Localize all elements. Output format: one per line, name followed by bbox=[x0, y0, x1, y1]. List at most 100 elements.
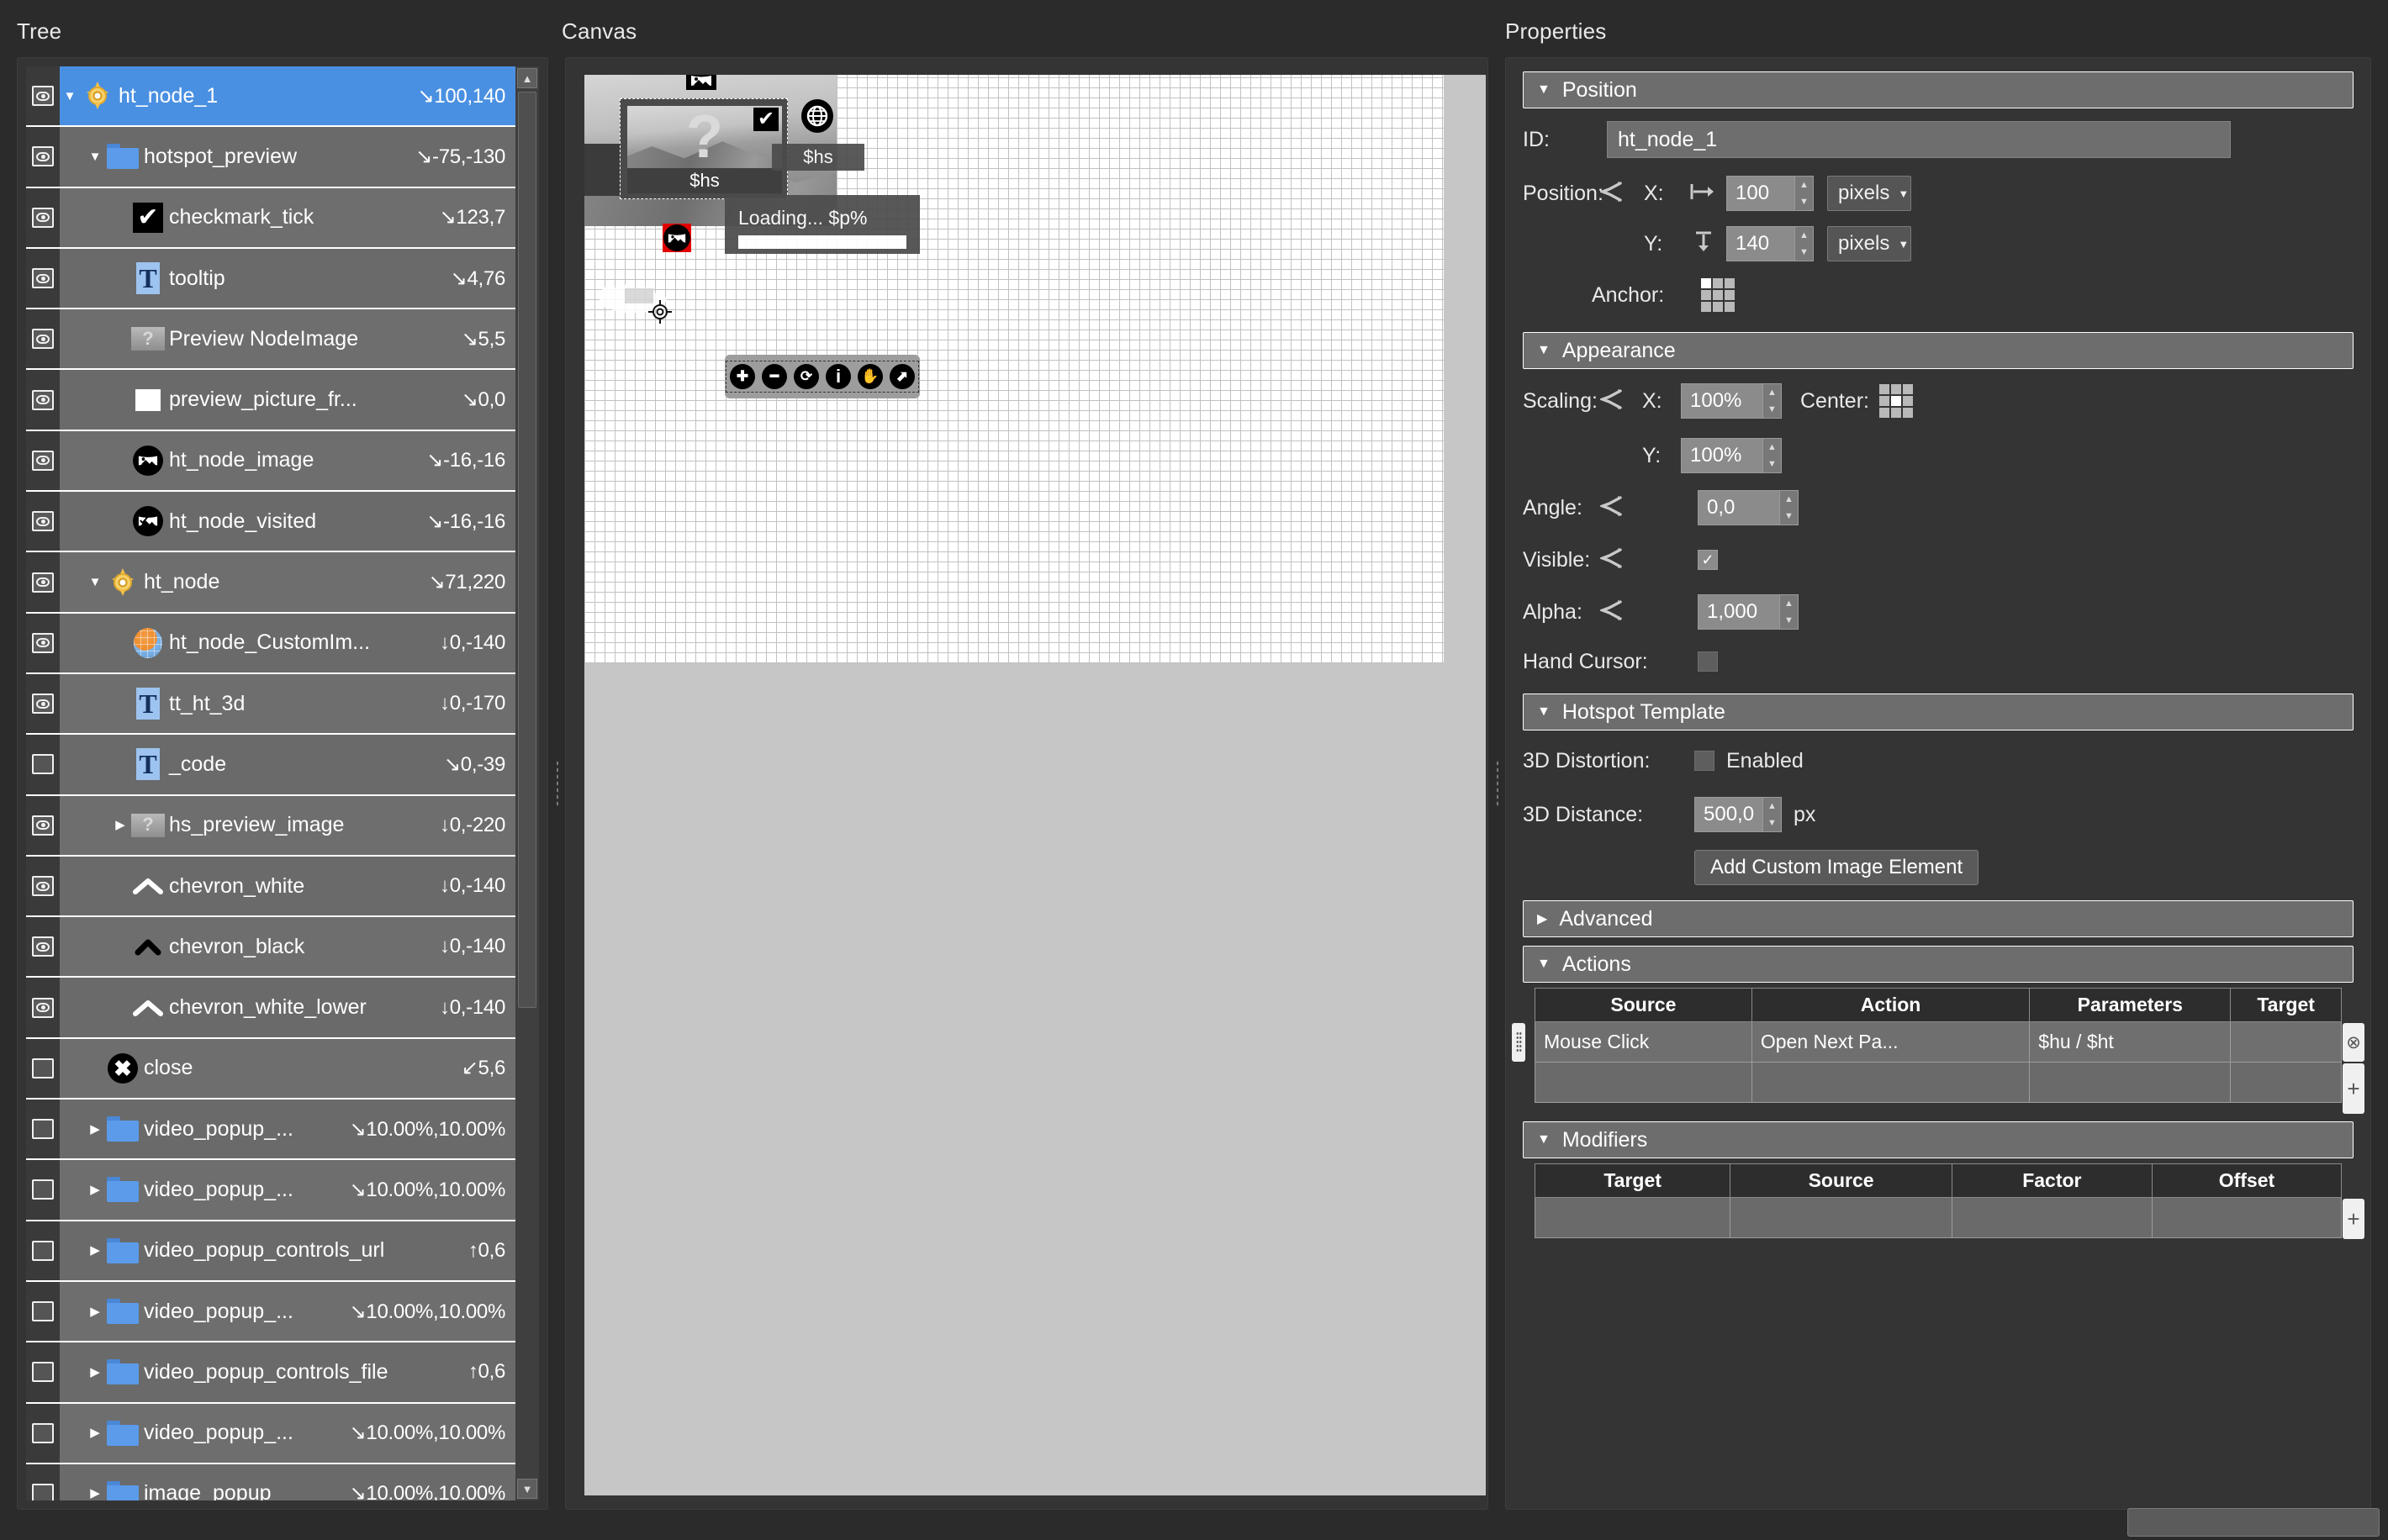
tree-twisty[interactable]: ▶ bbox=[85, 1123, 105, 1136]
angle-input[interactable]: 0,0 ▲ ▼ bbox=[1698, 490, 1799, 525]
visibility-toggle[interactable] bbox=[32, 632, 54, 653]
visibility-toggle[interactable] bbox=[32, 694, 54, 715]
visibility-toggle[interactable] bbox=[32, 450, 54, 471]
tree-scroll-down-button[interactable]: ▼ bbox=[517, 1479, 537, 1499]
tree-row-visibility-cell[interactable] bbox=[26, 673, 60, 734]
anchor-cell-1[interactable] bbox=[1713, 278, 1723, 288]
visibility-toggle[interactable] bbox=[32, 1179, 54, 1200]
info-button[interactable]: i bbox=[826, 364, 851, 389]
tree-row-visibility-cell[interactable] bbox=[26, 917, 60, 977]
tree-row[interactable]: · ht_node_visited ↘-16,-16 bbox=[26, 492, 515, 553]
anchor-cell-0[interactable] bbox=[1701, 278, 1711, 288]
anchor-cell-4[interactable] bbox=[1713, 290, 1723, 300]
section-header-actions[interactable]: ▼ Actions bbox=[1523, 946, 2354, 983]
tree-scroll-thumb[interactable] bbox=[518, 92, 536, 1008]
distance-stepper[interactable]: ▲ ▼ bbox=[1762, 798, 1781, 831]
tree-row[interactable]: · ht_node_image ↘-16,-16 bbox=[26, 430, 515, 493]
anchor-cell-5[interactable] bbox=[1725, 290, 1735, 300]
tree-row-visibility-cell[interactable] bbox=[26, 613, 60, 672]
table-cell-empty[interactable] bbox=[1730, 1197, 1952, 1238]
canvas-properties-splitter[interactable] bbox=[1490, 57, 1505, 1510]
scale-y-stepper[interactable]: ▲ ▼ bbox=[1762, 439, 1781, 472]
tree-row[interactable]: · Ttt_ht_3d ↓0,-170 bbox=[26, 673, 515, 736]
tree-twisty[interactable]: ▶ bbox=[85, 1184, 105, 1196]
tree-row-visibility-cell[interactable] bbox=[26, 1100, 60, 1159]
action-row-drag-handle[interactable] bbox=[1512, 1023, 1525, 1062]
canvas-controls-toolbar[interactable]: ✚ ━ ⟳ i ✋ ⬈ bbox=[725, 355, 920, 398]
tree-twisty[interactable]: · bbox=[110, 941, 130, 953]
tree-row[interactable]: ▶ video_popup_... ↘10.00%,10.00% bbox=[26, 1403, 515, 1464]
table-cell-empty[interactable] bbox=[1534, 1197, 1731, 1238]
table-cell[interactable]: Open Next Pa... bbox=[1751, 1021, 2031, 1063]
tree-row[interactable]: · T _code ↘0,-39 bbox=[26, 735, 515, 796]
section-header-advanced[interactable]: ▶ Advanced bbox=[1523, 900, 2354, 937]
table-row-empty[interactable] bbox=[1534, 1197, 2343, 1238]
anchor-cell-7[interactable] bbox=[1713, 302, 1723, 312]
distance-input[interactable]: 500,0 ▲ ▼ bbox=[1694, 797, 1782, 832]
table-cell-empty[interactable] bbox=[1951, 1197, 2153, 1238]
tree-row-visibility-cell[interactable] bbox=[26, 66, 60, 126]
visibility-toggle[interactable] bbox=[32, 815, 54, 836]
tree-row-visibility-cell[interactable] bbox=[26, 1038, 60, 1099]
section-header-hotspot-template[interactable]: ▼ Hotspot Template bbox=[1523, 694, 2354, 730]
modifiers-table[interactable]: Target Source Factor Offset bbox=[1534, 1163, 2343, 1238]
tree-row-visibility-cell[interactable] bbox=[26, 1464, 60, 1500]
status-bar-widget[interactable] bbox=[2127, 1508, 2380, 1537]
visibility-toggle[interactable] bbox=[32, 936, 54, 957]
tree-canvas-splitter[interactable] bbox=[550, 57, 565, 1510]
tree-twisty[interactable]: · bbox=[110, 454, 130, 467]
tree-twisty[interactable]: · bbox=[110, 698, 130, 710]
tree-row[interactable]: ▶ video_popup_... ↘10.00%,10.00% bbox=[26, 1281, 515, 1343]
autorotate-off-button[interactable]: ⟳ bbox=[794, 364, 819, 389]
tree-row[interactable]: ▶ video_popup_... ↘10.00%,10.00% bbox=[26, 1100, 515, 1161]
table-cell[interactable]: Mouse Click bbox=[1535, 1021, 1752, 1063]
visibility-toggle[interactable] bbox=[32, 572, 54, 593]
center-cell-2[interactable] bbox=[1902, 384, 1913, 394]
toolbar-button-group[interactable]: ✚ ━ ⟳ i ✋ ⬈ bbox=[726, 361, 919, 393]
angle-stepper[interactable]: ▲ ▼ bbox=[1779, 491, 1798, 525]
tree-twisty[interactable]: ▶ bbox=[85, 1487, 105, 1500]
canvas-grid[interactable]: ✔ $hs $hs bbox=[584, 75, 1444, 663]
tree-row[interactable]: ▶ image_popup ↘10.00%,10.00% bbox=[26, 1464, 515, 1500]
tree-row-visibility-cell[interactable] bbox=[26, 1342, 60, 1402]
visibility-toggle[interactable] bbox=[32, 1301, 54, 1322]
tree-twisty[interactable]: · bbox=[110, 333, 130, 345]
tree-twisty[interactable]: ▶ bbox=[85, 1244, 105, 1257]
hand-button[interactable]: ✋ bbox=[858, 364, 883, 389]
tree-twisty[interactable]: ▶ bbox=[85, 1366, 105, 1379]
ht-node-image-marker[interactable] bbox=[663, 224, 691, 252]
visibility-toggle[interactable] bbox=[32, 997, 54, 1018]
visibility-toggle[interactable] bbox=[32, 329, 54, 350]
visibility-toggle[interactable] bbox=[32, 1483, 54, 1500]
zoom-out-button[interactable]: ━ bbox=[762, 364, 787, 389]
scale-x-input[interactable]: 100% ▲ ▼ bbox=[1681, 383, 1782, 419]
column-header[interactable]: Target bbox=[1534, 1163, 1731, 1198]
tree-row[interactable]: · chevron_white ↓0,-140 bbox=[26, 856, 515, 918]
tree-rows[interactable]: ▼ ht_node_1 ↘100,140 ▼ hotspot_preview ↘-75,-… bbox=[26, 66, 515, 1500]
tree-row-visibility-cell[interactable] bbox=[26, 430, 60, 491]
distortion-checkbox[interactable] bbox=[1694, 751, 1714, 771]
center-cell-7[interactable] bbox=[1890, 408, 1901, 418]
tree-twisty[interactable]: · bbox=[110, 393, 130, 406]
tree-twisty[interactable]: · bbox=[110, 880, 130, 893]
tree-row-visibility-cell[interactable] bbox=[26, 1281, 60, 1342]
anchor-cell-8[interactable] bbox=[1725, 302, 1735, 312]
tree-row-visibility-cell[interactable] bbox=[26, 552, 60, 612]
table-cell-empty[interactable] bbox=[2029, 1062, 2232, 1103]
tree-row-visibility-cell[interactable] bbox=[26, 370, 60, 430]
id-field[interactable]: ht_node_1 bbox=[1607, 121, 2231, 158]
tree-row[interactable]: · chevron_black ↓0,-140 bbox=[26, 917, 515, 978]
center-cell-4[interactable] bbox=[1890, 396, 1901, 406]
visibility-toggle[interactable] bbox=[32, 389, 54, 410]
tree-twisty[interactable]: · bbox=[110, 515, 130, 528]
center-cell-5[interactable] bbox=[1902, 396, 1913, 406]
tree-twisty[interactable]: · bbox=[110, 272, 130, 285]
visibility-toggle[interactable] bbox=[32, 876, 54, 896]
table-cell-empty[interactable] bbox=[2151, 1197, 2343, 1238]
tree-twisty[interactable]: ▶ bbox=[85, 1427, 105, 1439]
tree-row-visibility-cell[interactable] bbox=[26, 795, 60, 855]
tree-row-visibility-cell[interactable] bbox=[26, 248, 60, 309]
tree-row[interactable]: · ht_node_CustomIm... ↓0,-140 bbox=[26, 613, 515, 674]
tree-row[interactable]: · Ttooltip ↘4,76 bbox=[26, 248, 515, 310]
x-stepper[interactable]: ▲ ▼ bbox=[1794, 177, 1813, 210]
